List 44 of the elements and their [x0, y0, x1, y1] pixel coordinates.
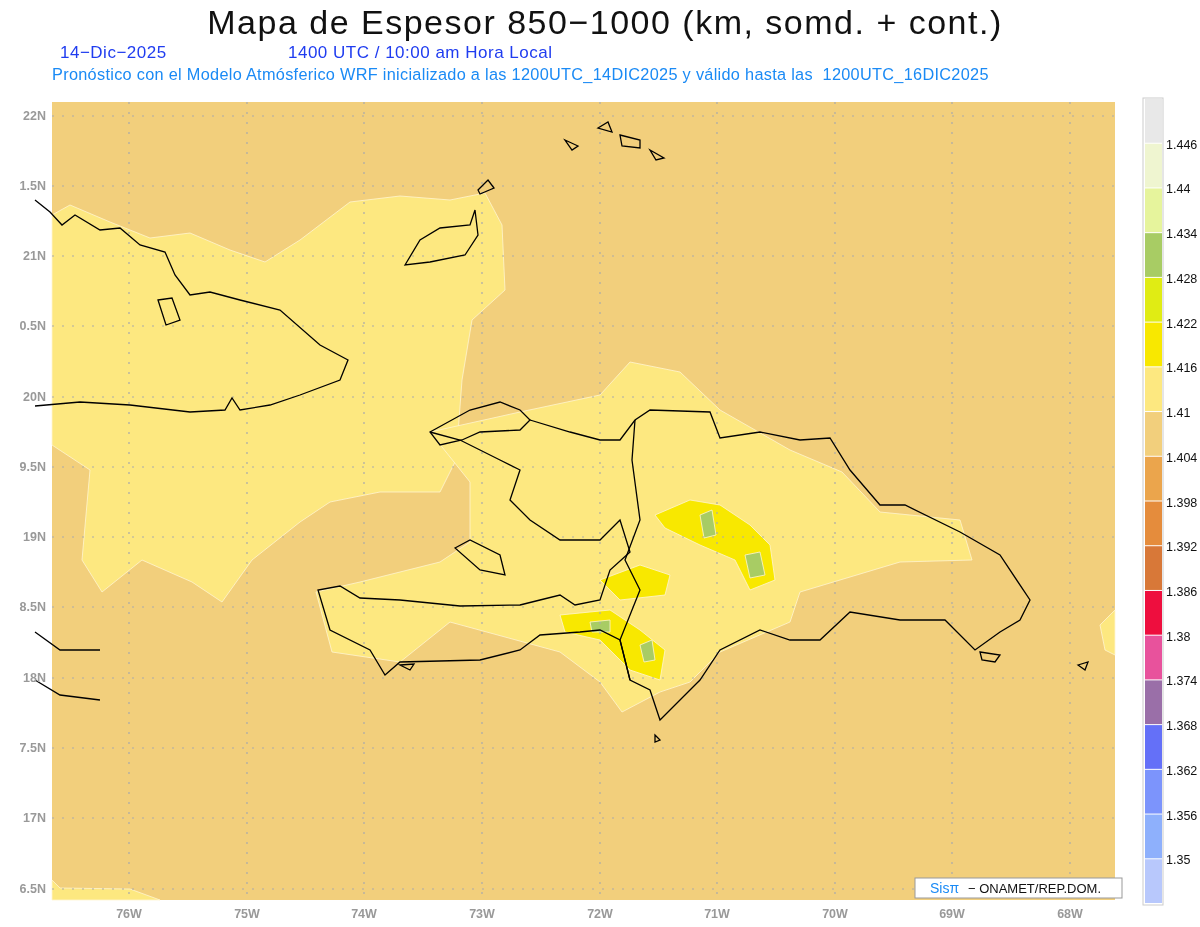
longitude-label: 68W — [1057, 907, 1083, 921]
longitude-label: 72W — [587, 907, 613, 921]
longitude-label: 75W — [234, 907, 260, 921]
scale-label: 1.38 — [1166, 629, 1191, 644]
scale-label: 1.404 — [1166, 450, 1198, 465]
latitude-label: 19N — [23, 530, 46, 544]
scale-label: 1.446 — [1166, 137, 1198, 152]
latitude-label: 7.5N — [19, 741, 46, 755]
map-title: Mapa de Espesor 850−1000 (km, somd. + cont.) — [206, 2, 1004, 42]
scale-label: 1.434 — [1166, 227, 1198, 242]
latitude-label: 9.5N — [19, 460, 46, 474]
longitude-label: 70W — [822, 907, 848, 921]
scale-label: 1.428 — [1166, 271, 1198, 286]
scale-label: 1.374 — [1166, 674, 1198, 689]
longitude-label: 74W — [351, 907, 377, 921]
latitude-label: 8.5N — [19, 600, 46, 614]
scale-label: 1.356 — [1166, 808, 1198, 823]
scale-label: 1.35 — [1166, 853, 1191, 868]
scale-label: 1.41 — [1166, 406, 1191, 421]
latitude-label: 17N — [23, 811, 46, 825]
brand-label: Sisπ — [930, 880, 960, 896]
latitude-label: 21N — [23, 249, 46, 263]
scale-label: 1.44 — [1166, 182, 1191, 197]
scale-label: 1.362 — [1166, 763, 1198, 778]
longitude-label: 76W — [116, 907, 142, 921]
longitude-label: 71W — [704, 907, 730, 921]
latitude-label: 18N — [23, 671, 46, 685]
latitude-label: 22N — [23, 109, 46, 123]
scale-label: 1.392 — [1166, 540, 1198, 555]
scale-label: 1.386 — [1166, 584, 1198, 599]
date-label: 14−Dic−2025 — [60, 43, 168, 63]
longitude-label: 69W — [939, 907, 965, 921]
forecast-subtitle: Pronóstico con el Modelo Atmósferico WRF inicializado a las 1200UTC_14DIC2025 y válido hasta las 1200UTC_16DIC2025 — [51, 64, 990, 84]
scale-label: 1.398 — [1166, 495, 1198, 510]
latitude-label: 0.5N — [19, 319, 46, 333]
scale-label: 1.368 — [1166, 719, 1198, 734]
time-label: 1400 UTC / 10:00 am Hora Local — [288, 43, 553, 63]
latitude-label: 20N — [23, 390, 46, 404]
longitude-label: 73W — [469, 907, 495, 921]
scale-label: 1.416 — [1166, 361, 1198, 376]
credit-text: − ONAMET/REP.DOM. — [968, 881, 1102, 896]
latitude-label: 1.5N — [19, 179, 46, 193]
latitude-label: 6.5N — [19, 882, 46, 896]
scale-label: 1.422 — [1166, 316, 1198, 331]
